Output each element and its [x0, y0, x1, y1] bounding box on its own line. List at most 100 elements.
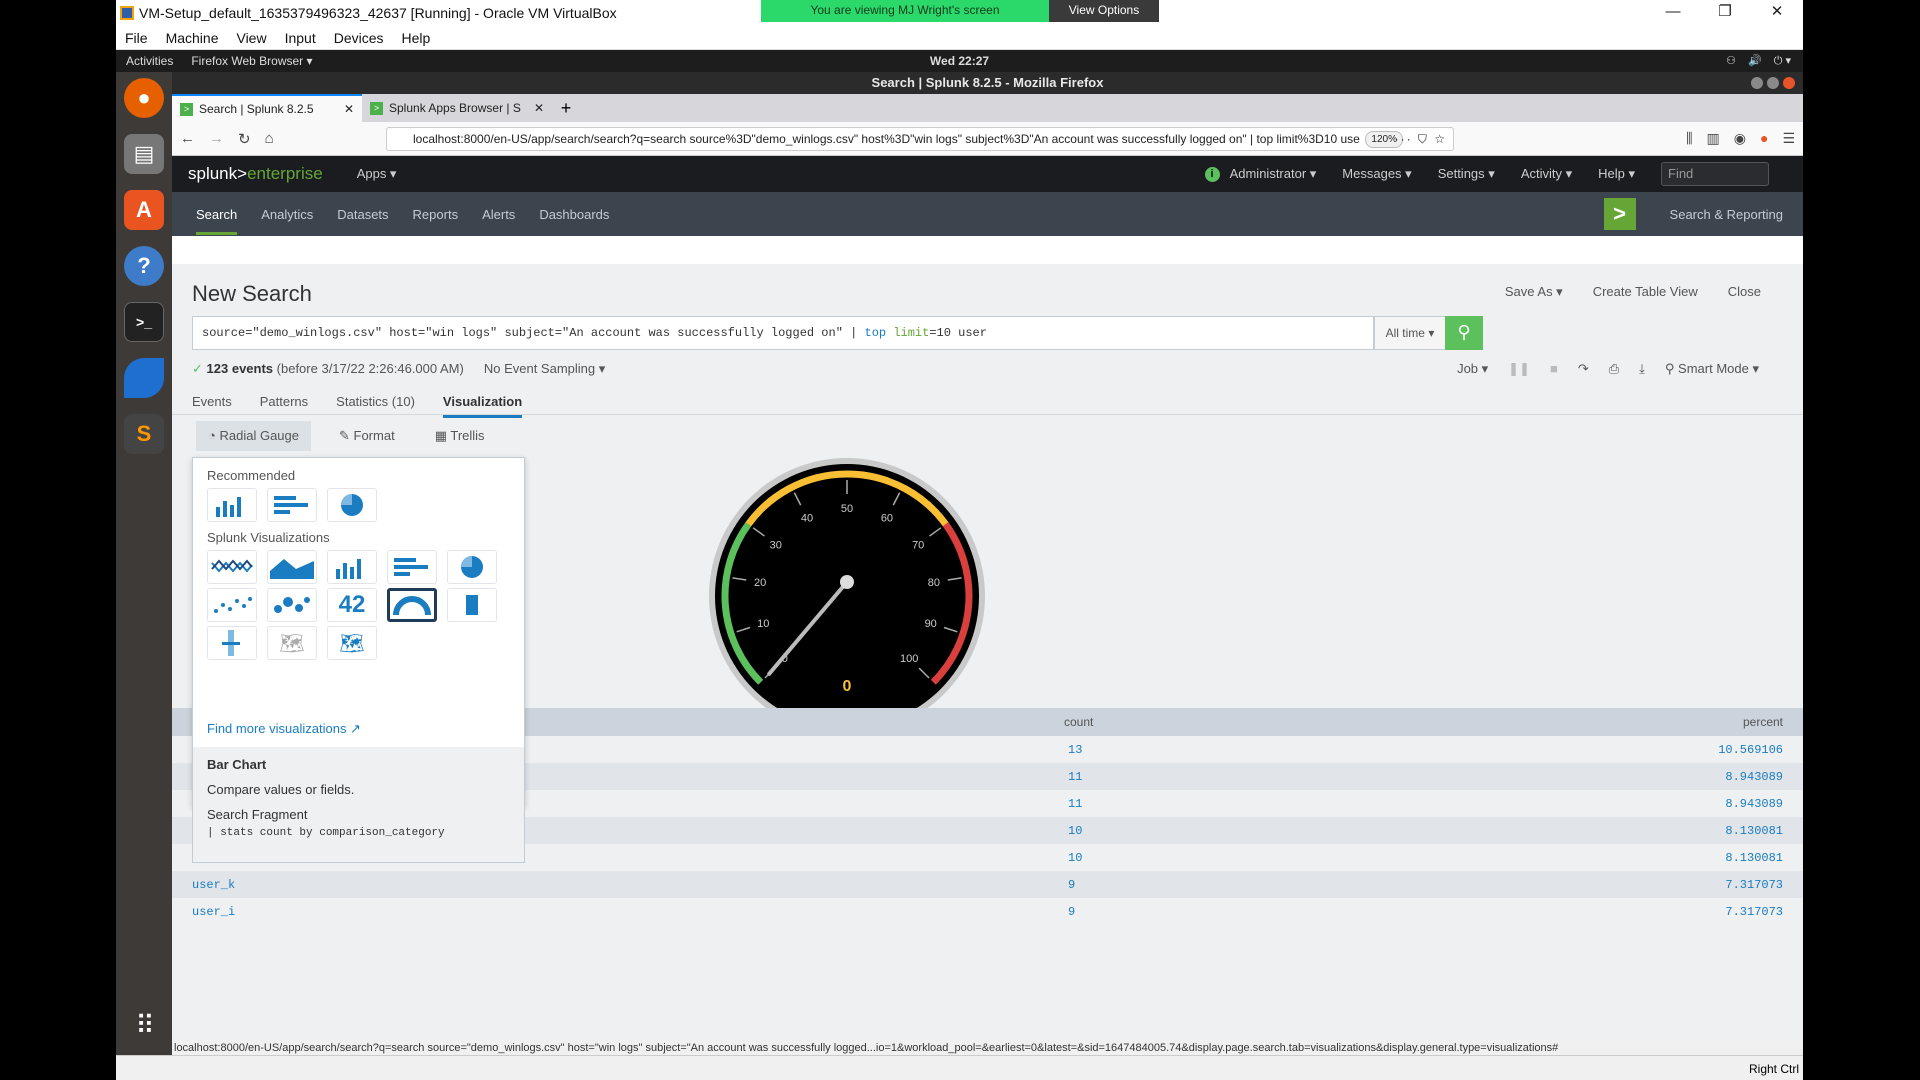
cell-count[interactable]: 11 — [1068, 770, 1082, 784]
stop-icon[interactable]: ■ — [1550, 361, 1558, 377]
viz-radial-gauge-option[interactable] — [387, 588, 437, 622]
viz-area-chart-option[interactable] — [267, 550, 317, 584]
account-icon[interactable]: ◉ — [1734, 130, 1746, 147]
forward-icon[interactable]: → — [209, 130, 224, 147]
menu-input[interactable]: Input — [276, 30, 325, 46]
new-tab-button[interactable]: + — [552, 94, 580, 122]
minimize-icon[interactable]: — — [1647, 0, 1699, 26]
viz-bar-chart-option-2[interactable] — [387, 550, 437, 584]
nav-alerts[interactable]: Alerts — [482, 207, 515, 222]
help-icon[interactable]: ? — [124, 246, 164, 286]
firefox-icon[interactable]: ● — [124, 78, 164, 118]
cell-count[interactable]: 10 — [1068, 851, 1082, 865]
close-tab-icon[interactable]: ✕ — [534, 101, 544, 115]
viz-pie-chart-option-2[interactable] — [447, 550, 497, 584]
menu-file[interactable]: File — [116, 30, 157, 46]
column-count[interactable]: count — [1064, 715, 1093, 729]
reload-icon[interactable]: ↻ — [238, 130, 251, 148]
nav-datasets[interactable]: Datasets — [337, 207, 388, 222]
back-icon[interactable]: ← — [180, 130, 195, 147]
viz-bubble-chart-option[interactable] — [267, 588, 317, 622]
find-input[interactable]: Find — [1661, 162, 1769, 186]
cell-percent[interactable]: 8.943089 — [1725, 797, 1783, 811]
viz-filler-gauge-option[interactable] — [447, 588, 497, 622]
cell-percent[interactable]: 8.130081 — [1725, 851, 1783, 865]
viz-choropleth-map-option[interactable]: 🗺 — [327, 626, 377, 660]
menu-help[interactable]: Help — [393, 30, 440, 46]
viz-bar-chart-option[interactable] — [267, 488, 317, 522]
menu-view[interactable]: View — [227, 30, 275, 46]
files-icon[interactable]: ▤ — [124, 134, 164, 174]
close-icon[interactable]: ✕ — [1751, 0, 1803, 26]
apps-menu[interactable]: Apps ▾ — [357, 166, 397, 182]
column-percent[interactable]: percent — [1743, 715, 1783, 729]
search-mode-menu[interactable]: ⚲ Smart Mode ▾ — [1665, 361, 1759, 377]
administrator-menu[interactable]: Administrator ▾ — [1230, 166, 1317, 182]
sidebar-icon[interactable]: ▥ — [1707, 130, 1720, 147]
share-icon[interactable]: ↷ — [1578, 361, 1589, 377]
home-icon[interactable]: ⌂ — [265, 130, 274, 147]
restore-icon[interactable]: ❐ — [1699, 0, 1751, 26]
viz-cluster-map-option[interactable]: 🗺 — [267, 626, 317, 660]
table-row[interactable]: user_k 9 7.317073 — [172, 871, 1803, 898]
pause-icon[interactable]: ❚❚ — [1508, 361, 1530, 377]
close-icon[interactable] — [1783, 77, 1795, 89]
nav-reports[interactable]: Reports — [413, 207, 459, 222]
export-icon[interactable]: ⤓ — [1639, 361, 1645, 377]
url-bar[interactable]: localhost:8000/en-US/app/search/search?q… — [386, 127, 1454, 151]
close-button[interactable]: Close — [1728, 284, 1761, 300]
visualization-type-button[interactable]: ◔ Radial Gauge — [196, 421, 311, 451]
terminal-icon[interactable]: >_ — [124, 302, 164, 342]
create-table-view-button[interactable]: Create Table View — [1593, 284, 1698, 300]
time-range-picker[interactable]: All time ▾ — [1374, 316, 1446, 350]
app-grid-icon[interactable]: ⠿ — [135, 1010, 154, 1041]
close-tab-icon[interactable]: ✕ — [344, 102, 354, 116]
view-options-button[interactable]: View Options — [1049, 0, 1159, 22]
app-title[interactable]: > Search & Reporting — [1580, 198, 1783, 230]
nav-dashboards[interactable]: Dashboards — [539, 207, 609, 222]
settings-menu[interactable]: Settings ▾ — [1438, 166, 1495, 182]
help-menu[interactable]: Help ▾ — [1598, 166, 1635, 182]
viz-pie-chart-option[interactable] — [327, 488, 377, 522]
health-status-icon[interactable]: i — [1204, 166, 1220, 182]
search-icon[interactable]: ⚲ — [1445, 316, 1483, 350]
menu-machine[interactable]: Machine — [157, 30, 228, 46]
cell-percent[interactable]: 10.569106 — [1718, 743, 1783, 757]
extension-icon[interactable]: ● — [1760, 130, 1768, 147]
nav-analytics[interactable]: Analytics — [261, 207, 313, 222]
menu-icon[interactable]: ☰ — [1782, 130, 1795, 147]
table-row[interactable]: user_i 9 7.317073 — [172, 898, 1803, 925]
software-center-icon[interactable]: A — [124, 190, 164, 230]
cell-count[interactable]: 11 — [1068, 797, 1082, 811]
cell-count[interactable]: 13 — [1068, 743, 1082, 757]
job-menu[interactable]: Job ▾ — [1457, 361, 1488, 377]
viz-scatter-chart-option[interactable] — [207, 588, 257, 622]
format-button[interactable]: ✎ Format — [327, 421, 407, 451]
cell-percent[interactable]: 8.943089 — [1725, 770, 1783, 784]
wireshark-icon[interactable] — [124, 358, 164, 398]
cell-user[interactable]: user_i — [192, 905, 235, 919]
event-sampling-menu[interactable]: No Event Sampling ▾ — [484, 361, 605, 377]
find-more-visualizations-link[interactable]: Find more visualizations ↗ — [207, 721, 361, 737]
clock[interactable]: Wed 22:27 — [930, 54, 989, 68]
library-icon[interactable]: ⫼ — [1686, 130, 1692, 147]
print-icon[interactable]: ⎙ — [1609, 361, 1619, 377]
splunk-logo[interactable]: splunk>enterprise — [188, 164, 323, 184]
search-input[interactable]: source="demo_winlogs.csv" host="win logs… — [192, 316, 1374, 350]
cell-count[interactable]: 9 — [1068, 905, 1075, 919]
cell-percent[interactable]: 7.317073 — [1725, 878, 1783, 892]
save-as-button[interactable]: Save As ▾ — [1505, 284, 1563, 300]
viz-column-chart-option-2[interactable] — [327, 550, 377, 584]
nav-search[interactable]: Search — [196, 194, 238, 235]
activity-menu[interactable]: Activity ▾ — [1521, 166, 1572, 182]
viz-line-chart-option[interactable] — [207, 550, 257, 584]
messages-menu[interactable]: Messages ▾ — [1342, 166, 1411, 182]
minimize-icon[interactable] — [1751, 77, 1763, 89]
tab-search-splunk[interactable]: > Search | Splunk 8.2.5 ✕ — [172, 94, 362, 122]
trellis-button[interactable]: ▦ Trellis — [423, 421, 497, 451]
sublime-icon[interactable]: S — [124, 414, 164, 454]
cell-count[interactable]: 10 — [1068, 824, 1082, 838]
maximize-icon[interactable] — [1767, 77, 1779, 89]
viz-single-value-option[interactable]: 42 — [327, 588, 377, 622]
tab-apps-browser[interactable]: > Splunk Apps Browser | S ✕ — [362, 94, 552, 122]
